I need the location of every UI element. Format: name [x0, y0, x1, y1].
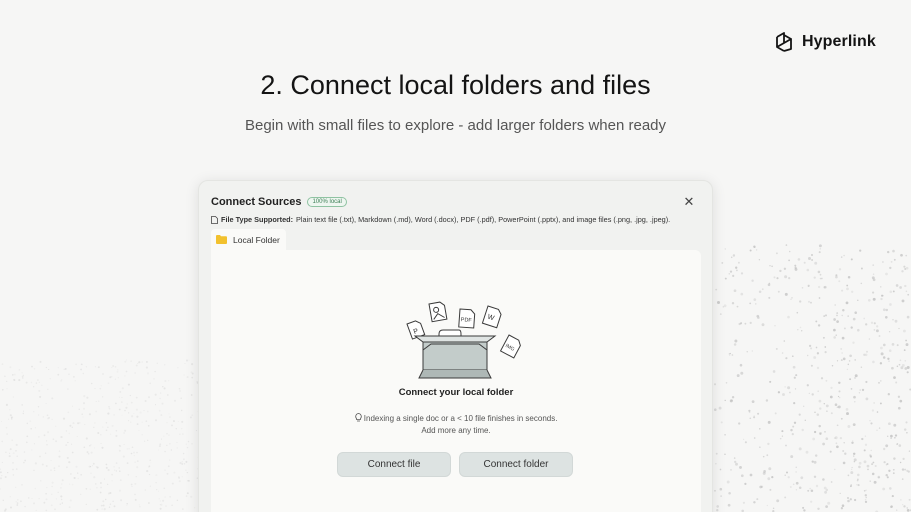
hyperlink-logo-icon: [776, 32, 792, 52]
close-icon: ✕: [683, 194, 695, 209]
connect-sources-dialog: Connect Sources 100% local ✕ File Type S…: [198, 180, 713, 512]
tab-label: Local Folder: [233, 234, 280, 245]
hint-line-2: Add more any time.: [421, 426, 491, 435]
hint-line-1: Indexing a single doc or a < 10 file fin…: [363, 414, 558, 423]
lightbulb-icon: [354, 413, 362, 422]
dialog-title: Connect Sources: [211, 196, 302, 208]
dialog-header: Connect Sources 100% local: [211, 196, 347, 208]
panel-heading: Connect your local folder: [398, 387, 514, 398]
hero-subtitle: Begin with small files to explore - add …: [244, 117, 667, 134]
svg-text:PDF: PDF: [461, 317, 473, 324]
supported-text: Plain text file (.txt), Markdown (.md), …: [296, 215, 671, 224]
brand-name: Hyperlink: [802, 33, 876, 50]
connect-file-button[interactable]: Connect file: [337, 452, 451, 477]
folder-box-illustration: P PDF W IMG: [406, 301, 521, 379]
folder-icon: [216, 235, 227, 244]
tab-local-folder[interactable]: Local Folder: [211, 229, 286, 250]
supported-file-types: File Type Supported: Plain text file (.t…: [211, 215, 670, 224]
connect-folder-button[interactable]: Connect folder: [459, 452, 573, 477]
supported-label: File Type Supported:: [221, 215, 294, 224]
local-badge: 100% local: [307, 197, 347, 207]
local-folder-panel: P PDF W IMG Connect your local folder In…: [211, 250, 701, 512]
file-icon: [211, 215, 218, 224]
brand-logo: Hyperlink: [774, 31, 876, 53]
indexing-hint: Indexing a single doc or a < 10 file fin…: [211, 413, 701, 437]
connect-buttons: Connect file Connect folder: [337, 452, 573, 477]
hero-title: 2. Connect local folders and files: [260, 70, 651, 100]
close-button[interactable]: ✕: [682, 195, 696, 209]
